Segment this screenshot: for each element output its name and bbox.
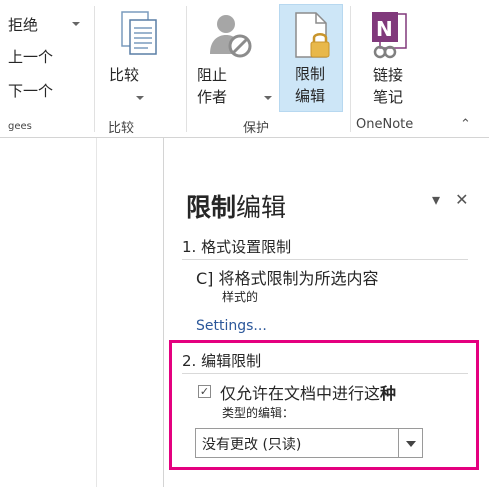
formatting-checkbox-glyph: C] <box>196 269 214 288</box>
compare-dropdown-icon <box>136 96 144 100</box>
formatting-checkbox-label: 将格式限制为所选内容 <box>218 269 379 288</box>
restrict-editing-icon <box>295 12 330 58</box>
ribbon: 拒绝 上一个 下一个 gees 比较 比较 阻止 作者 限制 编辑 保护 N 链… <box>0 0 489 138</box>
highlight-callout-box <box>169 340 479 470</box>
collapse-ribbon-icon[interactable]: ⌃ <box>460 112 471 138</box>
svg-text:N: N <box>376 17 393 41</box>
compare-documents-icon <box>121 11 157 55</box>
onenote-icon: N <box>372 12 407 59</box>
compare-label: 比较 <box>108 66 139 84</box>
onenote-group-label: OneNote <box>356 117 414 132</box>
formatting-restrictions-heading: 1. 格式设置限制 <box>182 238 292 256</box>
block-authors-dropdown-icon <box>264 96 272 100</box>
pane-title-rest: 编辑 <box>236 193 287 222</box>
section-divider <box>182 259 468 260</box>
protect-group-label: 保护 <box>243 121 270 136</box>
ribbon-separator <box>94 6 95 132</box>
settings-link[interactable]: Settings... <box>196 318 267 334</box>
linked-notes-label-1: 链接 <box>372 66 403 84</box>
ribbon-separator <box>350 6 351 132</box>
reject-label: 拒绝 <box>8 16 39 34</box>
pane-title: 限制编辑 <box>186 188 286 224</box>
pane-title-bold: 限制 <box>186 193 237 222</box>
linked-notes-label-2: 笔记 <box>372 88 403 106</box>
ribbon-separator <box>186 6 187 132</box>
pane-controls: ▾ ✕ <box>432 190 469 209</box>
reject-button[interactable]: 拒绝 <box>8 12 38 38</box>
compare-group-label: 比较 <box>108 121 135 136</box>
compare-button[interactable]: 比较 <box>100 6 180 110</box>
reject-dropdown-icon[interactable] <box>72 22 80 26</box>
pane-close-icon[interactable]: ✕ <box>455 190 468 209</box>
linked-notes-button[interactable]: N 链接 笔记 <box>356 6 420 110</box>
formatting-checkbox[interactable]: C] 将格式限制为所选内容 <box>196 265 379 289</box>
restrict-editing-label-2: 编辑 <box>294 87 325 105</box>
pane-options-dropdown-icon[interactable]: ▾ <box>432 190 440 209</box>
block-authors-label-1: 阻止 <box>196 66 227 84</box>
previous-label: 上一个 <box>8 48 54 66</box>
previous-change-button[interactable]: 上一个 <box>8 44 53 70</box>
review-group-label: gees <box>8 121 32 132</box>
next-label: 下一个 <box>8 82 54 100</box>
block-authors-label-2: 作者 <box>196 88 227 106</box>
next-change-button[interactable]: 下一个 <box>8 78 53 104</box>
block-authors-icon <box>210 15 252 58</box>
page-margin-line <box>96 138 97 487</box>
block-authors-button[interactable]: 阻止 作者 <box>192 6 272 110</box>
restrict-editing-label-1: 限制 <box>294 65 325 83</box>
formatting-checkbox-sublabel: 样式的 <box>222 290 259 304</box>
restrict-editing-button[interactable]: 限制 编辑 <box>279 4 343 112</box>
